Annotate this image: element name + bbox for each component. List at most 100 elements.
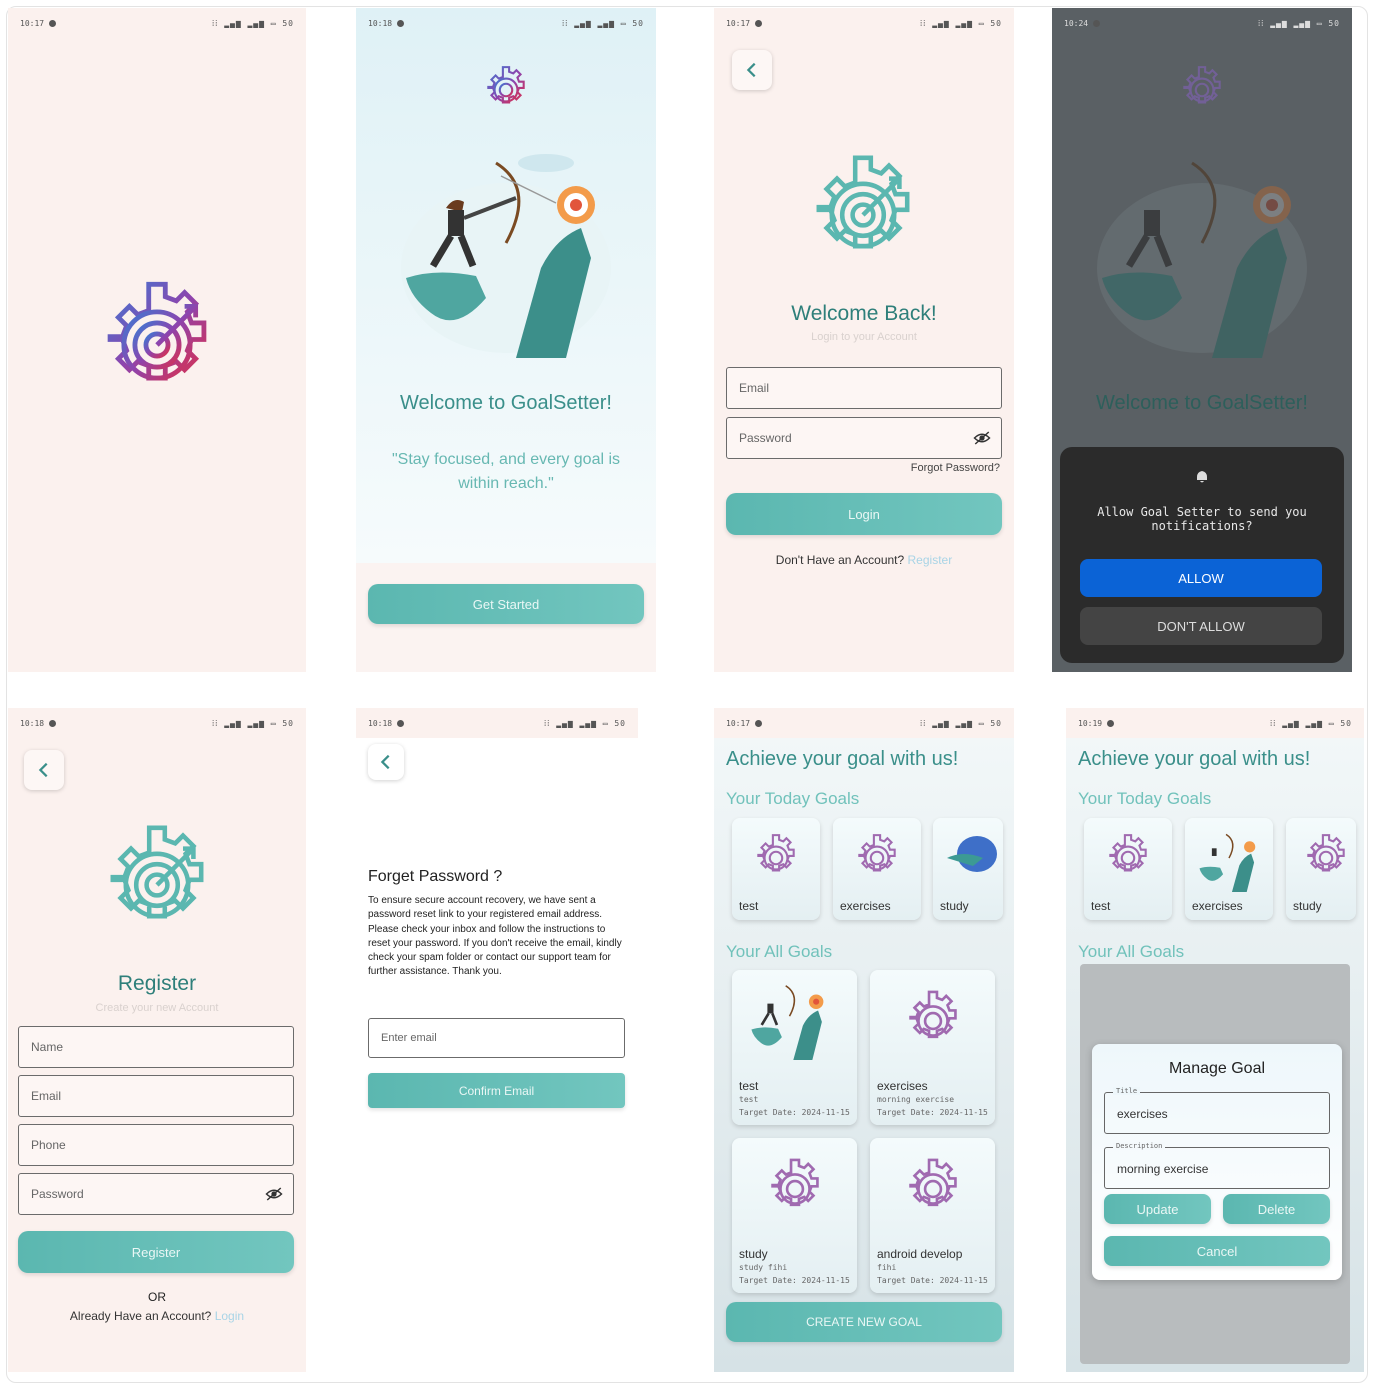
description-field-value: morning exercise	[1117, 1162, 1209, 1176]
status-bar: 10:18 ⁞⁞ ▂▄▆ ▂▄▆ ▭ 50	[8, 708, 306, 738]
create-new-goal-button[interactable]: CREATE NEW GOAL	[726, 1302, 1002, 1342]
goal-logo-icon	[858, 834, 896, 872]
dialog-title: Manage Goal	[1168, 1060, 1266, 1077]
confirm-email-button[interactable]: Confirm Email	[368, 1073, 625, 1108]
goal-logo-icon	[757, 834, 795, 872]
get-started-button[interactable]: Get Started	[368, 584, 644, 624]
today-goal-card[interactable]: exercises	[1185, 818, 1273, 920]
app-logo-icon	[1183, 66, 1221, 104]
goal-title: exercises	[840, 899, 891, 913]
goal-title: exercises	[877, 1079, 928, 1093]
email-placeholder: Email	[31, 1089, 62, 1103]
today-goal-card[interactable]: test	[732, 818, 820, 920]
password-field[interactable]: Password	[726, 417, 1002, 459]
goal-target-date: Target Date: 2024-11-15	[739, 1108, 850, 1117]
back-button[interactable]	[732, 50, 772, 90]
back-button[interactable]	[24, 750, 64, 790]
goal-title: test	[1091, 899, 1111, 913]
password-field[interactable]: Password	[18, 1173, 294, 1215]
goal-description: morning exercise	[877, 1095, 955, 1104]
archer-illustration	[401, 154, 611, 358]
all-goal-card[interactable]: study study fihi Target Date: 2024-11-15	[732, 1138, 857, 1293]
archer-illustration	[1097, 161, 1307, 358]
chevron-left-icon	[380, 754, 390, 770]
name-field[interactable]: Name	[18, 1026, 294, 1068]
title-field-label: Title	[1113, 1087, 1141, 1095]
goal-title: test	[739, 1079, 759, 1093]
all-goal-card[interactable]: exercises morning exercise Target Date: …	[870, 970, 995, 1125]
manage-goal-dialog: Manage Goal Title exercises Description …	[1092, 1044, 1342, 1280]
goal-description: test	[739, 1095, 759, 1104]
status-icons: ⁞⁞ ▂▄▆ ▂▄▆ ▭ 50	[561, 19, 644, 28]
login-link[interactable]: Login	[215, 1309, 244, 1323]
email-field[interactable]: Email	[18, 1075, 294, 1117]
goal-logo-icon	[909, 1158, 957, 1207]
register-screen: 10:18 ⁞⁞ ▂▄▆ ▂▄▆ ▭ 50 Register Create yo…	[8, 708, 306, 1372]
email-field[interactable]: Enter email	[368, 1018, 625, 1058]
welcome-quote: "Stay focused, and every goal is within …	[391, 451, 621, 492]
allow-button[interactable]: ALLOW	[1080, 559, 1322, 597]
back-button[interactable]	[368, 744, 404, 780]
login-screen: 10:17 ⁞⁞ ▂▄▆ ▂▄▆ ▭ 50 Welcome Back! Logi…	[714, 8, 1014, 672]
today-goal-card[interactable]: study	[1286, 818, 1356, 920]
login-prompt: Already Have an Account? Login	[8, 1309, 306, 1323]
all-goal-card[interactable]: test test Target Date: 2024-11-15	[732, 970, 857, 1125]
goal-target-date: Target Date: 2024-11-15	[877, 1108, 988, 1117]
eye-off-icon[interactable]	[265, 1186, 283, 1202]
app-logo-icon	[816, 155, 910, 249]
delete-button[interactable]: Delete	[1223, 1194, 1330, 1224]
phone-placeholder: Phone	[31, 1138, 66, 1152]
phone-field[interactable]: Phone	[18, 1124, 294, 1166]
register-link[interactable]: Register	[908, 553, 953, 567]
status-icons: ⁞⁞ ▂▄▆ ▂▄▆ ▭ 50	[211, 719, 294, 728]
status-icons: ⁞⁞ ▂▄▆ ▂▄▆ ▭ 50	[1257, 19, 1340, 28]
status-bar: 10:24 ⁞⁞ ▂▄▆ ▂▄▆ ▭ 50	[1052, 8, 1352, 38]
register-button[interactable]: Register	[18, 1231, 294, 1273]
all-goal-card[interactable]: android develop fihi Target Date: 2024-1…	[870, 1138, 995, 1293]
goal-description: study fihi	[739, 1263, 788, 1272]
login-title: Welcome Back!	[791, 302, 937, 325]
goal-title: study	[739, 1247, 768, 1261]
permission-screen: 10:24 ⁞⁞ ▂▄▆ ▂▄▆ ▭ 50 Welcome to GoalSet…	[1052, 8, 1352, 672]
status-time: 10:17	[20, 19, 56, 28]
home-headline: Achieve your goal with us!	[1078, 748, 1311, 770]
welcome-screen: 10:18 ⁞⁞ ▂▄▆ ▂▄▆ ▭ 50 Welcome to GoalSet…	[356, 8, 656, 672]
status-bar: 10:17 ⁞⁞ ▂▄▆ ▂▄▆ ▭ 50	[714, 708, 1014, 738]
status-time: 10:18	[20, 719, 56, 728]
all-goals-heading: Your All Goals	[1078, 942, 1185, 961]
status-time: 10:18	[368, 719, 404, 728]
permission-bg-title: Welcome to GoalSetter!	[1096, 392, 1308, 414]
status-icons: ⁞⁞ ▂▄▆ ▂▄▆ ▭ 50	[543, 719, 626, 728]
status-icons: ⁞⁞ ▂▄▆ ▂▄▆ ▭ 50	[211, 19, 294, 28]
login-button[interactable]: Login	[726, 493, 1002, 535]
permission-message: Allow Goal Setter to send you notificati…	[1097, 505, 1307, 533]
description-field[interactable]: Description morning exercise	[1104, 1142, 1330, 1189]
password-placeholder: Password	[739, 431, 792, 445]
today-goal-card[interactable]: study	[933, 818, 1003, 920]
today-goal-card[interactable]: exercises	[833, 818, 921, 920]
have-account-text: Already Have an Account?	[69, 1309, 212, 1323]
update-button[interactable]: Update	[1104, 1194, 1211, 1224]
goal-logo-icon	[771, 1158, 819, 1207]
dont-allow-button[interactable]: DON'T ALLOW	[1080, 607, 1322, 645]
goal-logo-icon	[1307, 834, 1345, 872]
forgot-body: To ensure secure account recovery, we ha…	[368, 895, 622, 978]
cancel-button[interactable]: Cancel	[1104, 1236, 1330, 1266]
today-goal-card[interactable]: test	[1084, 818, 1172, 920]
all-goals-heading: Your All Goals	[726, 942, 833, 961]
title-field[interactable]: Title exercises	[1104, 1087, 1330, 1134]
forgot-title: Forget Password ?	[368, 868, 503, 885]
status-icons: ⁞⁞ ▂▄▆ ▂▄▆ ▭ 50	[919, 719, 1002, 728]
status-time: 10:24	[1064, 19, 1100, 28]
status-time: 10:18	[368, 19, 404, 28]
register-prompt: Don't Have an Account? Register	[714, 553, 1014, 567]
goal-logo-icon	[1109, 834, 1147, 872]
login-subtitle: Login to your Account	[811, 331, 917, 343]
email-field[interactable]: Email	[726, 367, 1002, 409]
register-subtitle: Create your new Account	[95, 1002, 219, 1014]
goal-target-date: Target Date: 2024-11-15	[877, 1276, 988, 1285]
app-logo-icon	[487, 66, 525, 104]
eye-off-icon[interactable]	[973, 430, 991, 446]
forgot-password-link[interactable]: Forgot Password?	[911, 462, 1000, 474]
splash-screen: 10:17 ⁞⁞ ▂▄▆ ▂▄▆ ▭ 50	[8, 8, 306, 672]
